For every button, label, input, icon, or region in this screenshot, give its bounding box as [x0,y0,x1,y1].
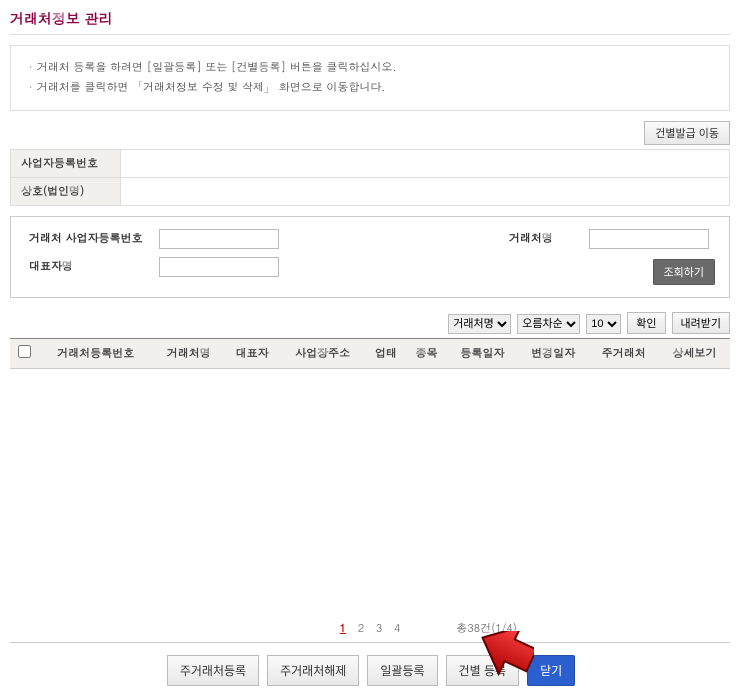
col-name: 거래처명 [154,338,225,368]
sort-direction-select[interactable]: 오름차순 [517,314,580,334]
page-3[interactable]: 3 [376,621,382,636]
pager-total: 총38건(1/4) [456,621,517,636]
single-register-button[interactable]: 건별 등록 [446,655,520,686]
info-box: · 거래처 등록을 하려면 [일괄등록] 또는 [건별등록] 버튼을 클릭하십시… [10,45,730,111]
search-panel: 거래처 사업자등록번호 거래처명 대표자명 조회하기 [10,216,730,298]
col-checkbox [10,338,38,368]
goto-single-issue-button[interactable]: 건별발급 이동 [644,121,730,145]
results-body-empty [10,369,730,609]
search-name-label: 거래처명 [509,231,589,246]
col-moddate: 변경일자 [518,338,589,368]
search-bizno-input[interactable] [159,229,279,249]
col-item: 종목 [406,338,447,368]
download-button[interactable]: 내려받기 [672,312,730,334]
page-size-select[interactable]: 10 [586,314,621,334]
main-partner-release-button[interactable]: 주거래처해제 [267,655,359,686]
page-1[interactable]: 1 [340,621,346,636]
filter-confirm-button[interactable]: 확인 [627,312,665,334]
col-biztype: 업태 [366,338,407,368]
info-line-2: · 거래처를 클릭하면 「거래처정보 수정 및 삭제」 화면으로 이동합니다. [29,78,711,98]
info-line-1: · 거래처 등록을 하려면 [일괄등록] 또는 [건별등록] 버튼을 클릭하십시… [29,58,711,78]
batch-register-button[interactable]: 일괄등록 [367,655,437,686]
col-regno: 거래처등록번호 [38,338,154,368]
search-bizno-label: 거래처 사업자등록번호 [29,231,159,246]
page-2[interactable]: 2 [358,621,364,636]
filter-row: 거래처명 오름차순 10 확인 내려받기 [10,312,730,334]
col-detail: 상세보기 [659,338,730,368]
search-rep-input[interactable] [159,257,279,277]
biz-reg-no-label: 사업자등록번호 [11,149,121,177]
page-title: 거래처정보 관리 [10,0,730,35]
results-table: 거래처등록번호 거래처명 대표자 사업장주소 업태 종목 등록일자 변경일자 주… [10,338,730,369]
select-all-checkbox[interactable] [18,345,31,358]
company-name-label: 상호(법인명) [11,177,121,205]
col-rep: 대표자 [224,338,280,368]
business-info-table: 사업자등록번호 상호(법인명) [10,149,730,206]
bottom-toolbar: 주거래처등록 주거래처해제 일괄등록 건별 등록 닫기 [10,642,730,698]
search-rep-label: 대표자명 [29,259,159,274]
company-name-value [121,177,730,205]
sort-field-select[interactable]: 거래처명 [448,314,511,334]
main-partner-register-button[interactable]: 주거래처등록 [167,655,259,686]
pager: 1 2 3 4 총38건(1/4) [10,609,730,642]
col-main: 주거래처 [589,338,660,368]
close-button[interactable]: 닫기 [527,655,575,686]
search-name-input[interactable] [589,229,709,249]
search-button[interactable]: 조회하기 [653,259,715,285]
biz-reg-no-value [121,149,730,177]
col-addr: 사업장주소 [280,338,366,368]
page-4[interactable]: 4 [394,621,400,636]
col-regdate: 등록일자 [447,338,518,368]
